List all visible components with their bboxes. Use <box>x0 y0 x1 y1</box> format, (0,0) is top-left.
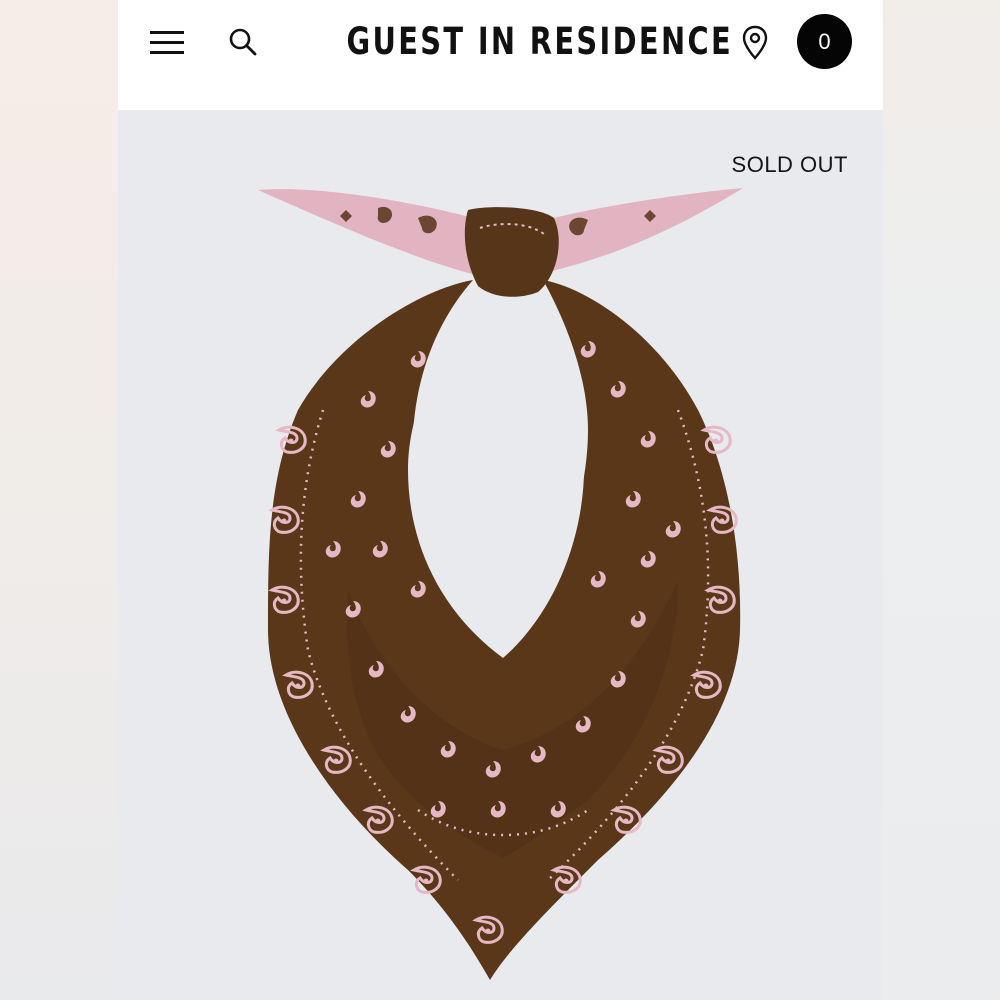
site-header: GUEST IN RESIDENCE 0 <box>118 0 883 110</box>
search-button[interactable] <box>226 25 260 59</box>
bandana-scarf-image[interactable] <box>118 110 883 1000</box>
right-margin <box>883 0 1000 1000</box>
sold-out-badge: SOLD OUT <box>731 152 848 177</box>
menu-icon <box>150 31 184 34</box>
search-icon <box>229 28 257 56</box>
product-image-area: SOLD OUT <box>118 110 883 1000</box>
menu-button[interactable] <box>148 26 188 58</box>
menu-icon <box>150 51 184 54</box>
store-locator-button[interactable] <box>740 24 770 62</box>
menu-icon <box>150 41 184 44</box>
location-pin-icon <box>742 25 768 60</box>
brand-logo[interactable]: GUEST IN RESIDENCE <box>346 14 730 70</box>
left-margin <box>0 0 118 1000</box>
app-frame: GUEST IN RESIDENCE 0 SOLD OUT <box>118 0 883 1000</box>
cart-button[interactable]: 0 <box>797 14 852 69</box>
